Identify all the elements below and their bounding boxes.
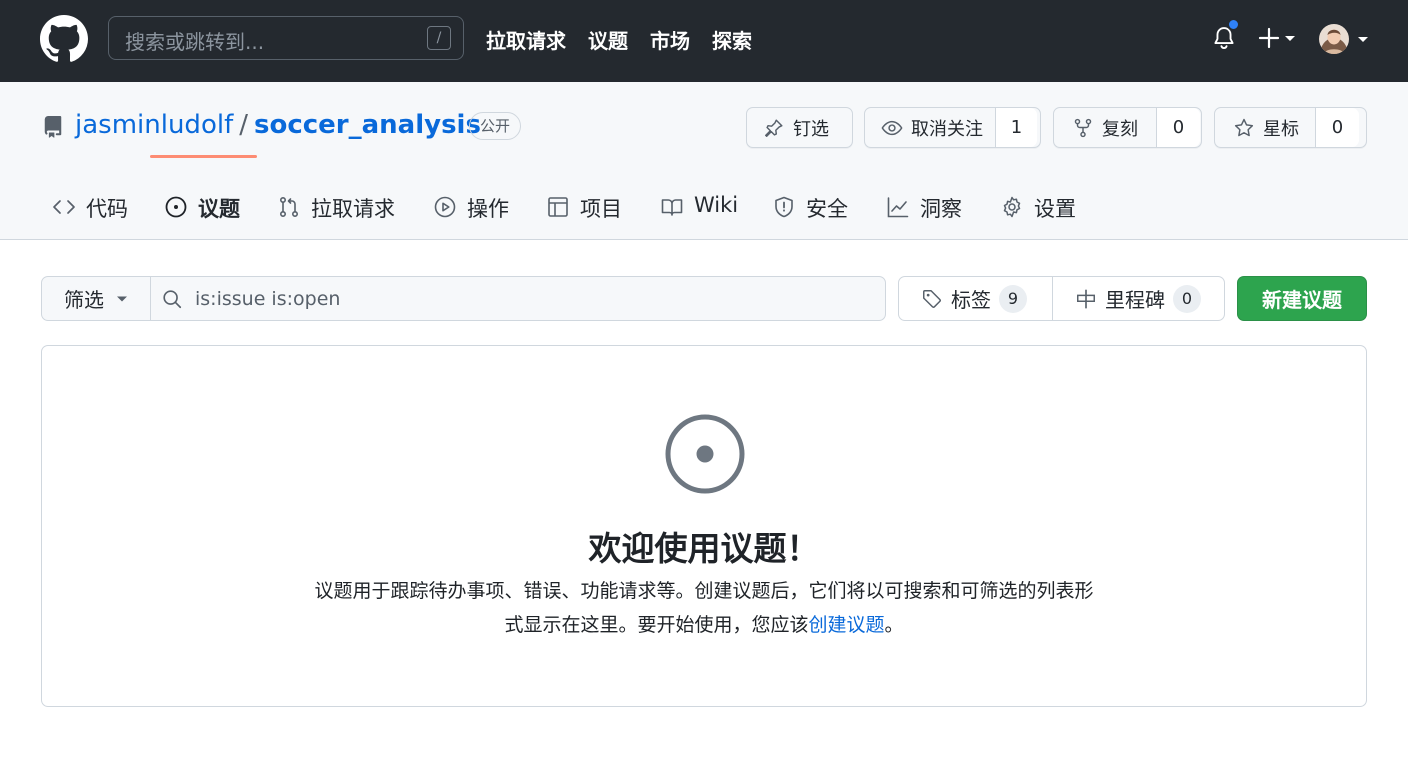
- blankslate-desc-line2: 式显示在这里。要开始使用，您应该: [504, 614, 809, 636]
- repo-owner-link[interactable]: jasminludolf: [75, 110, 233, 140]
- active-tab-underline: [150, 155, 257, 158]
- issue-opened-large-icon: [665, 414, 745, 494]
- code-icon: [53, 200, 75, 214]
- shield-icon: [775, 196, 793, 218]
- pin-icon: [765, 118, 783, 137]
- tab-wiki-label: Wiki: [694, 193, 739, 217]
- repo-name-link[interactable]: soccer_analysis: [254, 110, 481, 140]
- eye-icon: [881, 120, 903, 135]
- user-avatar[interactable]: [1318, 22, 1370, 56]
- unread-notification-dot: [1227, 18, 1240, 31]
- labels-button[interactable]: 标签 9: [899, 277, 1052, 320]
- blankslate-desc-end: 。: [884, 614, 904, 636]
- search-shortcut-key: /: [427, 26, 451, 50]
- pin-button[interactable]: 钉选: [746, 107, 853, 148]
- milestones-button[interactable]: 里程碑 0: [1052, 277, 1224, 320]
- star-button[interactable]: 星标 0: [1214, 107, 1367, 148]
- caret-down-icon: [117, 296, 127, 301]
- graph-icon: [887, 197, 909, 218]
- blankslate-desc-line1: 议题用于跟踪待办事项、错误、功能请求等。创建议题后，它们将以可搜索和可筛选的列表…: [314, 580, 1094, 602]
- blankslate-title: 欢迎使用议题！: [588, 529, 820, 568]
- nav-issues[interactable]: 议题: [588, 25, 628, 54]
- book-icon: [661, 199, 683, 216]
- milestone-icon: [1077, 288, 1095, 309]
- labels-label: 标签: [951, 288, 991, 312]
- tab-insights[interactable]: 洞察: [886, 190, 962, 240]
- labels-count-badge: 9: [999, 284, 1027, 313]
- nav-explore[interactable]: 探索: [712, 25, 752, 54]
- repo-path-separator: /: [239, 110, 248, 140]
- tab-pull-requests-label: 拉取请求: [311, 197, 395, 221]
- pin-label: 钉选: [793, 118, 829, 140]
- global-header: 搜索或跳转到... / 拉取请求 议题 市场 探索: [0, 0, 1408, 82]
- tab-actions-label: 操作: [467, 197, 509, 221]
- watch-count[interactable]: 1: [995, 108, 1037, 147]
- milestones-count-badge: 0: [1173, 284, 1201, 313]
- tab-settings-label: 设置: [1034, 197, 1076, 221]
- tab-code-label: 代码: [86, 197, 128, 221]
- tab-settings[interactable]: 设置: [1000, 190, 1076, 240]
- table-icon: [548, 197, 568, 217]
- unwatch-button[interactable]: 取消关注 1: [864, 107, 1041, 148]
- blankslate-description: 议题用于跟踪待办事项、错误、功能请求等。创建议题后，它们将以可搜索和可筛选的列表…: [274, 574, 1134, 642]
- create-new-plus-icon[interactable]: [1258, 24, 1302, 52]
- tab-actions[interactable]: 操作: [433, 190, 509, 240]
- tag-icon: [923, 289, 941, 308]
- fork-count[interactable]: 0: [1156, 108, 1200, 147]
- labels-milestones-group: 标签 9 里程碑 0: [898, 276, 1225, 321]
- filters-dropdown-button[interactable]: 筛选: [41, 276, 151, 321]
- tab-projects[interactable]: 项目: [546, 190, 622, 240]
- tab-issues[interactable]: 议题: [164, 190, 240, 240]
- repository-header: jasminludolf / soccer_analysis 公开 钉选 取消关…: [0, 82, 1408, 240]
- new-issue-button[interactable]: 新建议题: [1237, 276, 1367, 321]
- search-icon: [163, 290, 182, 309]
- star-icon: [1234, 118, 1254, 136]
- repo-title: jasminludolf / soccer_analysis: [75, 110, 481, 140]
- github-logo-icon[interactable]: [40, 15, 88, 63]
- tab-pull-requests[interactable]: 拉取请求: [277, 190, 395, 240]
- issue-opened-icon: [165, 196, 187, 218]
- unwatch-label: 取消关注: [911, 118, 983, 140]
- gear-icon: [1003, 196, 1021, 218]
- tab-projects-label: 项目: [580, 197, 622, 221]
- issue-search-value: is:issue is:open: [195, 288, 341, 310]
- repo-icon: [44, 116, 62, 138]
- create-issue-link[interactable]: 创建议题: [808, 614, 884, 636]
- nav-pull-requests[interactable]: 拉取请求: [486, 25, 566, 54]
- play-icon: [434, 196, 456, 218]
- milestones-label: 里程碑: [1105, 288, 1165, 312]
- issue-search-input[interactable]: is:issue is:open: [150, 276, 886, 321]
- tab-insights-label: 洞察: [920, 197, 962, 221]
- tab-security-label: 安全: [806, 197, 848, 221]
- fork-button[interactable]: 复刻 0: [1053, 107, 1202, 148]
- star-label: 星标: [1263, 118, 1299, 140]
- tab-code[interactable]: 代码: [52, 190, 128, 240]
- tab-security[interactable]: 安全: [772, 190, 848, 240]
- git-pull-request-icon: [279, 196, 299, 217]
- fork-label: 复刻: [1102, 118, 1138, 140]
- repo-forked-icon: [1074, 118, 1092, 137]
- filters-label: 筛选: [64, 288, 104, 312]
- nav-marketplace[interactable]: 市场: [650, 25, 690, 54]
- repo-tab-nav: 代码 议题 拉取请求 操作 项目 Wiki 安全 洞察 设置: [0, 190, 1408, 240]
- star-count[interactable]: 0: [1315, 108, 1359, 147]
- global-search-placeholder: 搜索或跳转到...: [125, 30, 265, 54]
- tab-issues-label: 议题: [198, 197, 240, 221]
- tab-wiki[interactable]: Wiki: [660, 190, 738, 240]
- visibility-badge: 公开: [469, 112, 522, 140]
- global-nav: 拉取请求 议题 市场 探索: [486, 25, 752, 54]
- issues-blankslate: 欢迎使用议题！ 议题用于跟踪待办事项、错误、功能请求等。创建议题后，它们将以可搜…: [41, 345, 1367, 707]
- global-search-input[interactable]: 搜索或跳转到... /: [108, 16, 464, 60]
